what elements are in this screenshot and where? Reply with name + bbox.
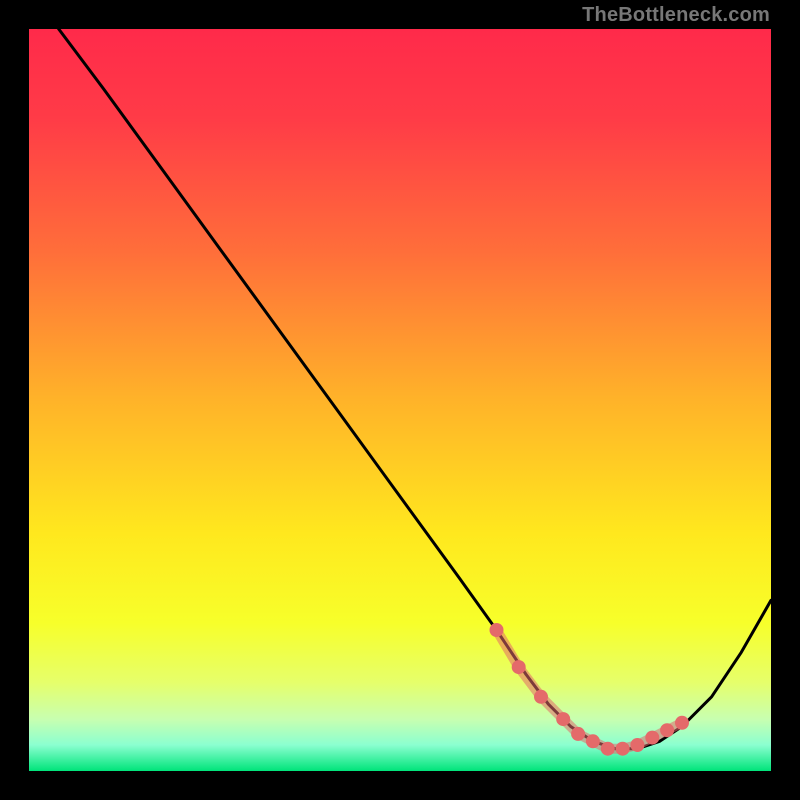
marker-optimal-band-markers: [490, 623, 504, 637]
marker-optimal-band-markers: [660, 723, 674, 737]
marker-optimal-band-markers: [601, 742, 615, 756]
marker-optimal-band-markers: [556, 712, 570, 726]
marker-optimal-band-markers: [512, 660, 526, 674]
bottleneck-chart: [29, 29, 771, 771]
marker-optimal-band-markers: [616, 742, 630, 756]
marker-optimal-band-markers: [586, 734, 600, 748]
marker-optimal-band-markers: [675, 716, 689, 730]
marker-optimal-band-markers: [571, 727, 585, 741]
chart-plot-area: [29, 29, 771, 771]
marker-optimal-band-markers: [645, 731, 659, 745]
marker-optimal-band-markers: [534, 690, 548, 704]
marker-optimal-band-markers: [630, 738, 644, 752]
attribution-text: TheBottleneck.com: [582, 4, 770, 27]
